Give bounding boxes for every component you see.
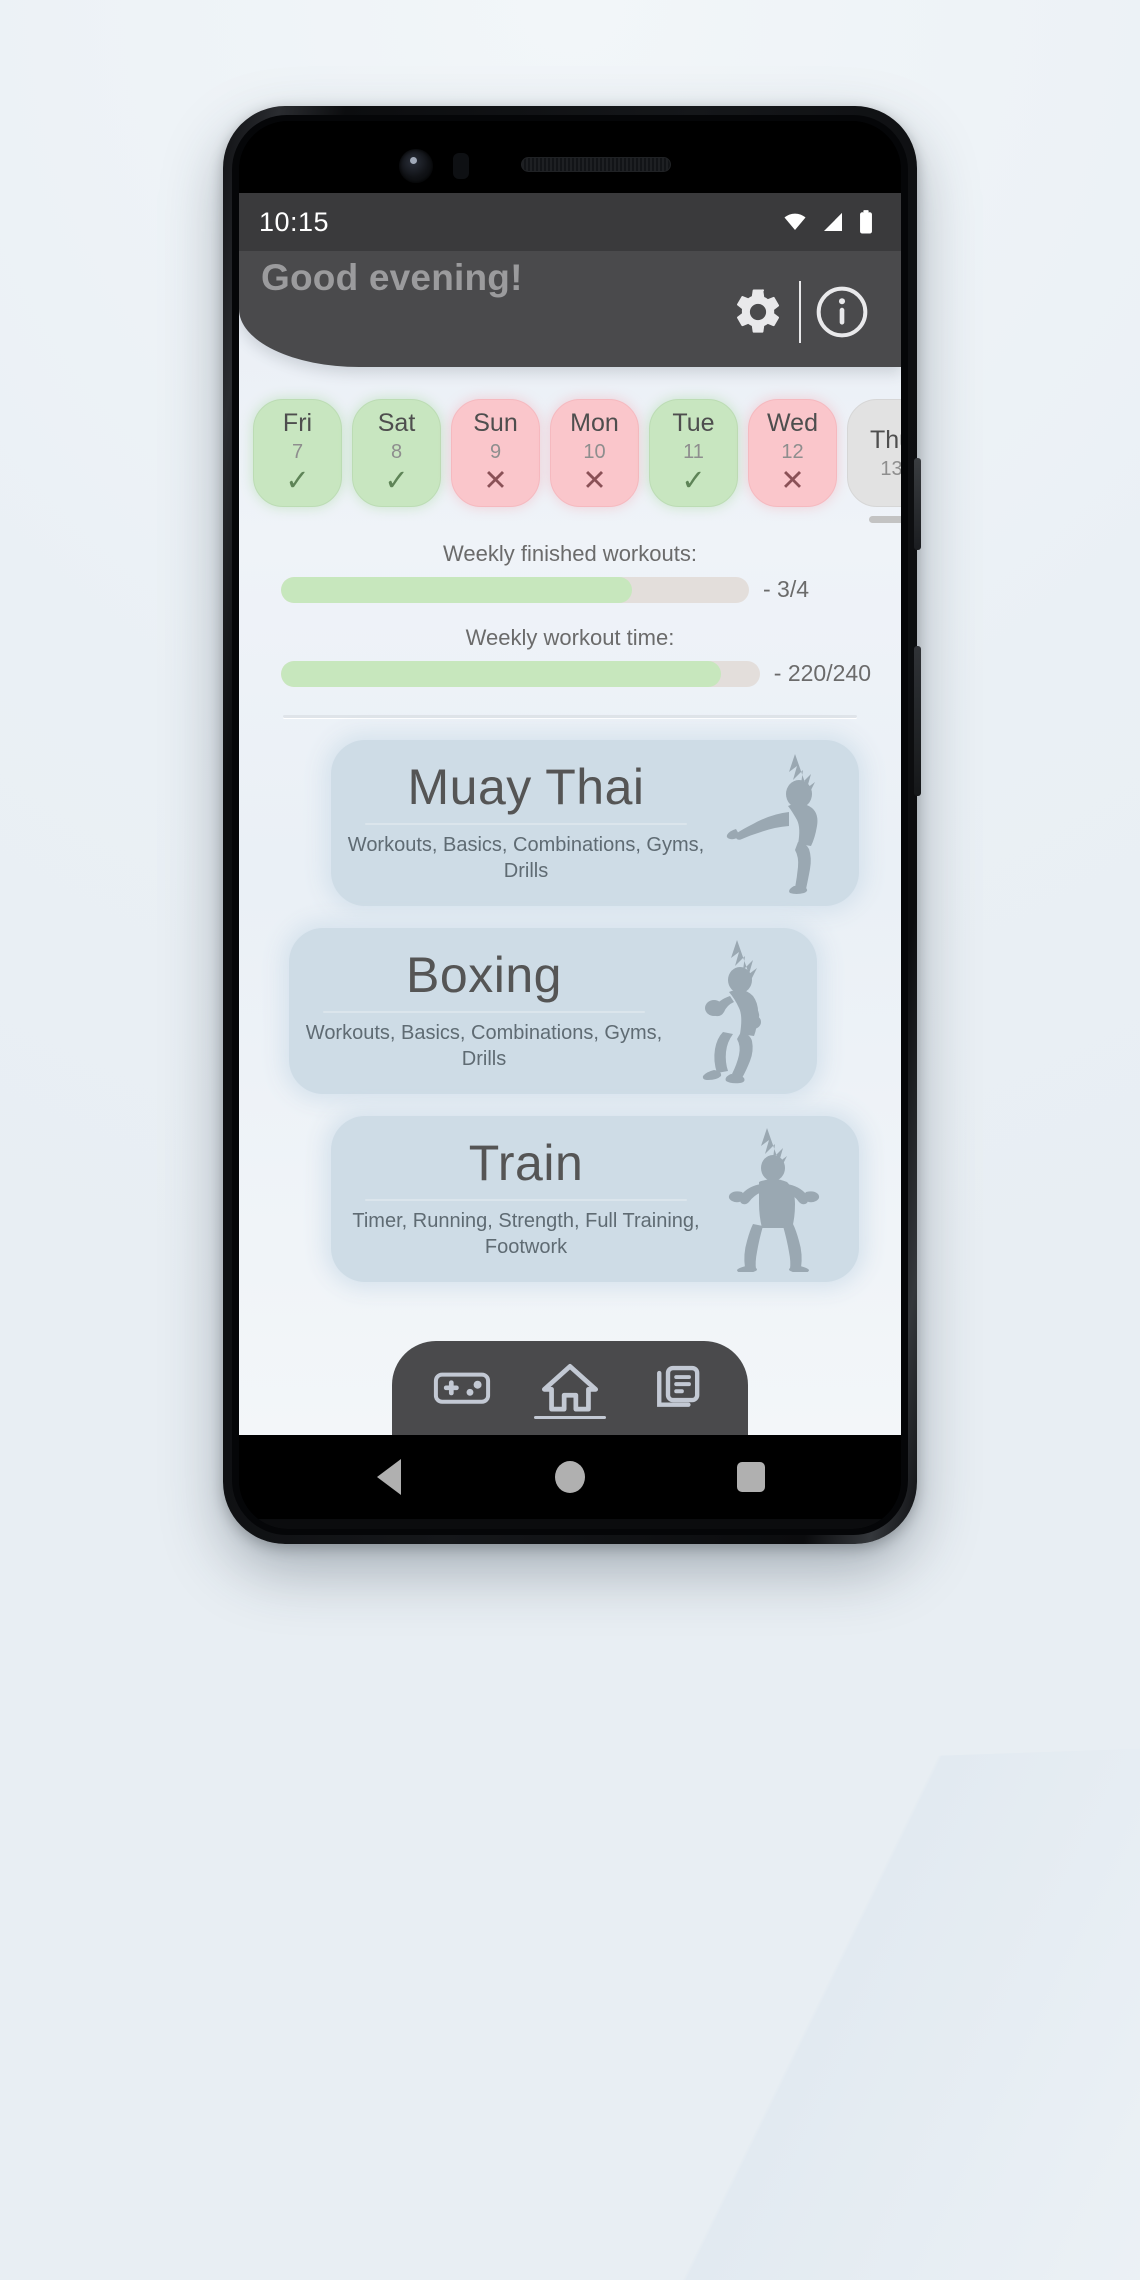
time-progress-row: - 220/240 — [239, 660, 901, 687]
day-pill-mon[interactable]: Mon 10 ✕ — [550, 399, 639, 507]
square-recents-icon — [736, 1462, 765, 1492]
circle-home-icon — [554, 1461, 585, 1493]
proximity-sensor-icon — [453, 153, 469, 179]
time-progress-track — [281, 660, 760, 687]
header-actions — [725, 279, 875, 345]
day-pill-sun[interactable]: Sun 9 ✕ — [451, 399, 540, 507]
boxing-stance-figure — [671, 936, 791, 1086]
android-system-nav — [239, 1435, 901, 1519]
day-name: Tue — [672, 408, 715, 437]
day-status-mark: ✓ — [285, 464, 310, 497]
workouts-progress-row: - 3/4 — [239, 576, 901, 603]
home-content: Fri7✓Sat8✓Sun9✕Mon10✕Tue11✓Wed12✕Thu13 W… — [239, 367, 901, 1435]
category-card-boxing[interactable]: Boxing Workouts, Basics, Combinations, G… — [289, 928, 817, 1094]
day-pill-thu[interactable]: Thu 13 — [847, 399, 901, 523]
day-status-mark: ✓ — [681, 464, 706, 497]
workouts-progress-fill — [281, 576, 632, 603]
day-status-mark: ✓ — [384, 464, 409, 497]
background-accent-shape — [430, 1746, 1140, 2280]
day-number: 7 — [291, 440, 304, 463]
weekly-progress-section: Weekly finished workouts: - 3/4 Weekly w… — [239, 541, 901, 687]
day-name: Mon — [570, 408, 619, 437]
app-viewport: 10:15 Good evening! Fri 7 ✓ Sat 8 ✓ Sun … — [239, 193, 901, 1435]
header-divider — [799, 281, 801, 343]
volume-button[interactable] — [914, 458, 921, 550]
card-subtitle: Workouts, Basics, Combinations, Gyms, Dr… — [347, 834, 705, 882]
time-progress-label: Weekly workout time: — [465, 625, 675, 650]
app-header: Good evening! — [239, 251, 901, 367]
status-bar-icons — [781, 209, 875, 235]
card-divider — [323, 1011, 645, 1014]
day-pill-sat[interactable]: Sat 8 ✓ — [352, 399, 441, 507]
workouts-progress-value: - 3/4 — [763, 576, 810, 602]
status-bar-clock: 10:15 — [259, 206, 330, 237]
day-name: Fri — [282, 408, 313, 437]
nav-games-button[interactable] — [423, 1353, 501, 1423]
day-status-mark: ✕ — [780, 464, 805, 497]
nav-home-button[interactable] — [531, 1353, 609, 1423]
week-day-strip[interactable]: Fri7✓Sat8✓Sun9✕Mon10✕Tue11✓Wed12✕Thu13 — [239, 399, 901, 523]
bottom-navigation-bar — [392, 1341, 748, 1435]
info-button[interactable] — [809, 279, 875, 345]
triangle-back-icon — [377, 1459, 402, 1495]
category-card-muay-thai[interactable]: Muay Thai Workouts, Basics, Combinations… — [331, 740, 859, 906]
category-card-train[interactable]: Train Timer, Running, Strength, Full Tra… — [331, 1116, 859, 1282]
workouts-progress-track — [281, 576, 749, 603]
card-subtitle: Timer, Running, Strength, Full Training,… — [352, 1210, 700, 1258]
card-divider — [365, 1199, 687, 1202]
card-divider — [365, 823, 687, 826]
phone-screen: 10:15 Good evening! Fri 7 ✓ Sat 8 ✓ Sun … — [239, 121, 901, 1529]
day-number: 12 — [781, 440, 804, 463]
category-cards: Muay Thai Workouts, Basics, Combinations… — [239, 740, 901, 1282]
settings-button[interactable] — [725, 279, 791, 345]
day-pill-tue[interactable]: Tue 11 ✓ — [649, 399, 738, 507]
cellular-signal-icon — [824, 213, 842, 231]
card-title: Boxing — [406, 947, 562, 1004]
day-name: Sun — [473, 408, 518, 437]
home-icon — [541, 1364, 599, 1412]
day-name: Thu — [869, 425, 901, 454]
active-tab-indicator — [534, 1416, 606, 1419]
back-button[interactable] — [359, 1447, 419, 1507]
power-button[interactable] — [914, 646, 921, 796]
day-number: 11 — [683, 440, 704, 463]
day-number: 10 — [583, 440, 606, 463]
phone-device-frame: 10:15 Good evening! Fri 7 ✓ Sat 8 ✓ Sun … — [223, 106, 921, 1544]
day-name: Sat — [377, 408, 416, 437]
device-chin — [239, 1519, 901, 1529]
wifi-icon — [784, 213, 806, 230]
home-button[interactable] — [540, 1447, 600, 1507]
day-name: Wed — [767, 408, 818, 437]
day-pill-wed[interactable]: Wed 12 ✕ — [748, 399, 837, 507]
day-number: 9 — [489, 440, 502, 463]
earpiece-speaker — [521, 157, 671, 172]
time-progress-value: - 220/240 — [773, 660, 871, 686]
status-bar: 10:15 — [239, 193, 901, 251]
front-camera-icon — [399, 149, 433, 183]
section-divider — [283, 715, 857, 718]
day-status-mark: ✕ — [483, 464, 508, 497]
info-icon — [816, 286, 868, 338]
muay-thai-kick-figure — [713, 748, 833, 898]
battery-icon — [860, 210, 872, 234]
time-progress-fill — [281, 660, 722, 687]
day-status-mark: ✕ — [582, 464, 607, 497]
flexing-figure — [713, 1124, 833, 1274]
recents-button[interactable] — [721, 1447, 781, 1507]
workouts-progress-label: Weekly finished workouts: — [443, 541, 697, 566]
nav-library-button[interactable] — [639, 1353, 717, 1423]
card-title: Train — [468, 1135, 584, 1192]
greeting-text: Good evening! — [261, 257, 523, 298]
articles-icon — [657, 1365, 700, 1407]
day-pill-fri[interactable]: Fri 7 ✓ — [253, 399, 342, 507]
gamepad-icon — [433, 1372, 491, 1404]
gear-icon — [737, 289, 780, 333]
card-title: Muay Thai — [407, 759, 645, 816]
card-subtitle: Workouts, Basics, Combinations, Gyms, Dr… — [305, 1022, 663, 1070]
day-number: 13 — [880, 457, 901, 480]
day-number: 8 — [390, 440, 403, 463]
device-notch — [239, 121, 901, 193]
today-indicator — [868, 516, 901, 523]
